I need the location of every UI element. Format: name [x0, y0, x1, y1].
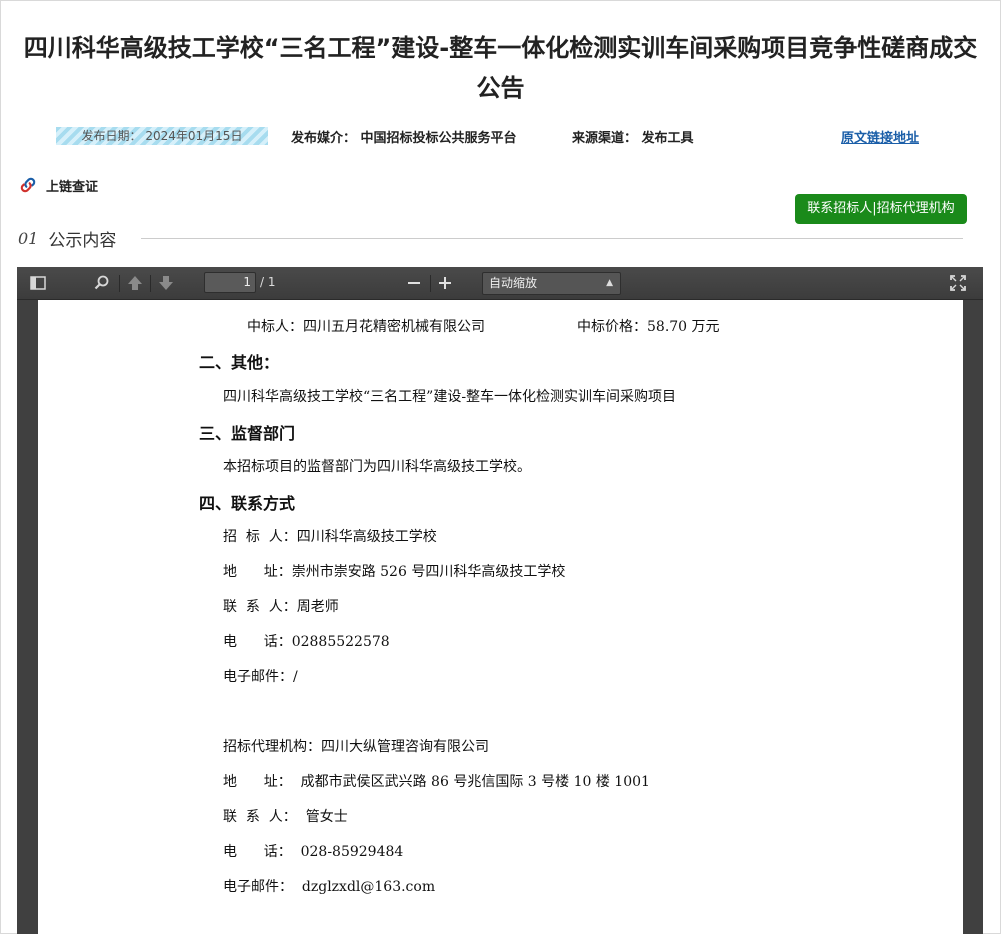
publish-media: 发布媒介： 中国招标投标公共服务平台	[291, 131, 517, 146]
search-icon[interactable]	[93, 274, 111, 292]
page-total: / 1	[260, 275, 276, 289]
section-label: 公示内容	[48, 231, 117, 251]
fullscreen-icon[interactable]	[949, 274, 967, 292]
next-page-icon[interactable]	[157, 274, 175, 292]
agency-email: 电子邮件： dzglzxdl@163.com	[223, 879, 436, 895]
source-channel: 来源渠道： 发布工具	[572, 131, 694, 146]
select-arrows-icon: ▲	[606, 278, 613, 288]
title-line-2: 公告	[476, 74, 525, 102]
original-link[interactable]: 原文链接地址	[841, 127, 919, 146]
section-header: 01 公示内容	[18, 226, 116, 251]
supervision-text: 本招标项目的监督部门为四川科华高级技工学校。	[223, 459, 531, 475]
winner-line: 中标人：四川五月花精密机械有限公司	[247, 319, 485, 335]
agency-address: 地 址： 成都市武侯区武兴路 86 号兆信国际 3 号楼 10 楼 1001	[223, 774, 650, 790]
document-content: 中标人：四川五月花精密机械有限公司 中标价格：58.70 万元 二、其他： 四川…	[38, 300, 963, 934]
tenderer-email: 电子邮件：/	[223, 669, 298, 685]
title-line-1: 四川科华高级技工学校“三名工程”建设-整车一体化检测实训车间采购项目竞争性磋商成…	[23, 34, 978, 62]
tenderer-contact: 联 系 人：周老师	[223, 599, 339, 615]
agency-phone: 电 话： 028-85929484	[223, 844, 404, 860]
heading-contact: 四、联系方式	[199, 494, 296, 513]
section-divider	[141, 238, 963, 239]
heading-supervision: 三、监督部门	[199, 424, 296, 443]
agency-line: 招标代理机构：四川大纵管理咨询有限公司	[223, 739, 489, 755]
chain-verify[interactable]: 上链查证	[18, 175, 98, 195]
tenderer-address: 地 址：崇州市崇安路 526 号四川科华高级技工学校	[223, 564, 566, 580]
pdf-toolbar: 1 / 1 自动缩放 ▲	[17, 267, 983, 300]
sidebar-toggle-icon[interactable]	[29, 274, 47, 292]
meta-row: 发布日期： 2024年01月15日 发布媒介： 中国招标投标公共服务平台 来源渠…	[0, 127, 1001, 147]
pdf-viewer: 1 / 1 自动缩放 ▲ 中标人：四川五月花精密机械有限公司 中标价格：58.7…	[17, 267, 983, 934]
link-icon	[20, 177, 36, 193]
price-line: 中标价格：58.70 万元	[577, 319, 720, 335]
zoom-select[interactable]: 自动缩放 ▲	[482, 272, 621, 295]
zoom-in-icon[interactable]	[436, 274, 454, 292]
contact-tenderer-button[interactable]: 联系招标人|招标代理机构	[795, 194, 967, 224]
agency-contact: 联 系 人： 管女士	[223, 809, 348, 825]
pdf-page: 中标人：四川五月花精密机械有限公司 中标价格：58.70 万元 二、其他： 四川…	[38, 300, 963, 934]
toolbar-separator	[150, 275, 151, 292]
tenderer-phone: 电 话：02885522578	[223, 634, 390, 650]
tenderer-line: 招 标 人：四川科华高级技工学校	[223, 529, 437, 545]
section-number: 01	[18, 229, 39, 248]
other-text: 四川科华高级技工学校“三名工程”建设-整车一体化检测实训车间采购项目	[223, 389, 677, 405]
heading-other: 二、其他：	[199, 353, 280, 372]
toolbar-separator	[430, 275, 431, 292]
chain-verify-label: 上链查证	[46, 179, 99, 195]
zoom-out-icon[interactable]	[405, 274, 423, 292]
page-number-input[interactable]: 1	[204, 272, 256, 293]
publish-date: 发布日期： 2024年01月15日	[56, 127, 268, 145]
zoom-select-value: 自动缩放	[489, 276, 538, 290]
previous-page-icon[interactable]	[126, 274, 144, 292]
toolbar-separator	[119, 275, 120, 292]
page-title: 四川科华高级技工学校“三名工程”建设-整车一体化检测实训车间采购项目竞争性磋商成…	[0, 28, 1001, 108]
